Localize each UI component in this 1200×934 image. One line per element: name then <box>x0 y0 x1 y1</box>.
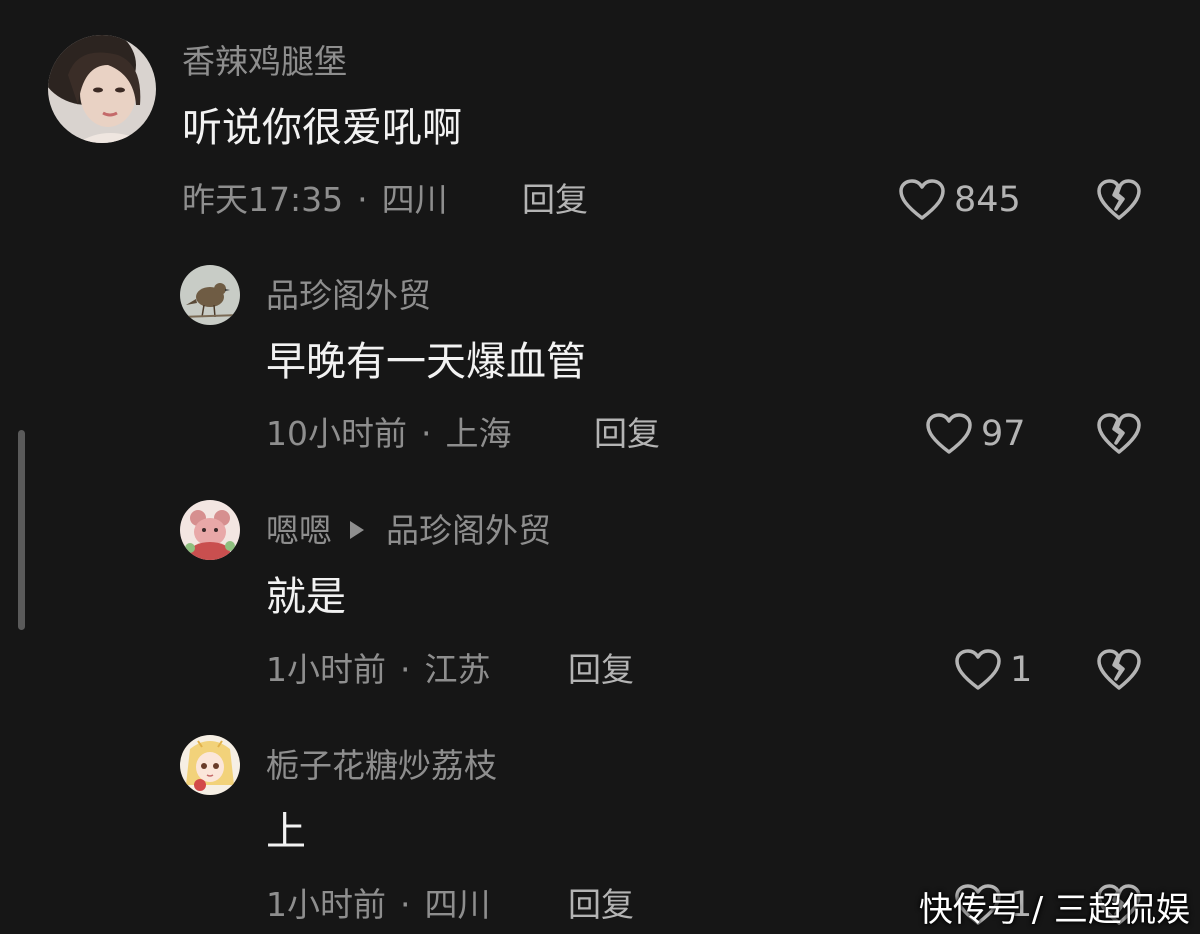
comment-meta: 10小时前 · 上海 <box>266 414 512 454</box>
comment-location: 四川 <box>381 180 448 219</box>
meta-separator: · <box>421 414 432 453</box>
comment-meta: 1小时前 · 江苏 <box>266 650 491 690</box>
heart-outline-icon <box>926 413 972 454</box>
comment-username[interactable]: 品珍阁外贸 <box>266 276 431 316</box>
like-button[interactable]: 97 <box>925 412 1026 456</box>
avatar[interactable] <box>180 735 240 795</box>
reply-button[interactable]: 回复 <box>568 650 634 690</box>
scrollbar[interactable] <box>18 430 25 630</box>
reply-button[interactable]: 回复 <box>522 180 588 220</box>
comment-time: 昨天17:35 <box>182 180 344 219</box>
avatar[interactable] <box>48 35 156 143</box>
meta-separator: · <box>357 180 368 219</box>
comment-time: 1小时前 <box>266 885 386 924</box>
heart-outline-icon <box>955 649 1001 690</box>
username-label[interactable]: 嗯嗯 <box>266 511 332 550</box>
meta-separator: · <box>400 650 411 689</box>
watermark: 快传号 / 三超侃娱 <box>918 890 1190 930</box>
comment-text: 上 <box>266 809 306 855</box>
comment-username[interactable]: 嗯嗯 品珍阁外贸 <box>266 511 551 551</box>
comment-time: 1小时前 <box>266 650 386 689</box>
comment-meta: 1小时前 · 四川 <box>266 885 491 925</box>
broken-heart-icon <box>1097 179 1141 220</box>
broken-heart-icon <box>1097 413 1141 454</box>
comment-location: 上海 <box>445 414 512 453</box>
comment-username[interactable]: 香辣鸡腿堡 <box>182 42 347 82</box>
comment-location: 江苏 <box>424 650 491 689</box>
like-count: 97 <box>981 414 1026 454</box>
reply-button[interactable]: 回复 <box>594 414 660 454</box>
heart-outline-icon <box>899 179 945 220</box>
broken-heart-icon <box>1097 649 1141 690</box>
comment-meta: 昨天17:35 · 四川 <box>182 180 448 220</box>
comment-username[interactable]: 栀子花糖炒荔枝 <box>266 746 497 786</box>
like-button[interactable]: 845 <box>898 178 1021 222</box>
avatar[interactable] <box>180 500 240 560</box>
dislike-button[interactable] <box>1096 412 1142 460</box>
comment-time: 10小时前 <box>266 414 407 453</box>
comment-text: 就是 <box>266 574 346 620</box>
like-count: 845 <box>954 180 1021 220</box>
dislike-button[interactable] <box>1096 648 1142 696</box>
reply-to-arrow-icon <box>350 521 364 539</box>
avatar[interactable] <box>180 265 240 325</box>
reply-to-username[interactable]: 品珍阁外贸 <box>386 511 551 550</box>
like-count: 1 <box>1010 650 1033 690</box>
dislike-button[interactable] <box>1096 178 1142 226</box>
comment-text: 听说你很爱吼啊 <box>182 105 462 151</box>
reply-button[interactable]: 回复 <box>568 885 634 925</box>
like-button[interactable]: 1 <box>954 648 1032 692</box>
comment-text: 早晚有一天爆血管 <box>266 339 586 385</box>
comment-location: 四川 <box>424 885 491 924</box>
meta-separator: · <box>400 885 411 924</box>
